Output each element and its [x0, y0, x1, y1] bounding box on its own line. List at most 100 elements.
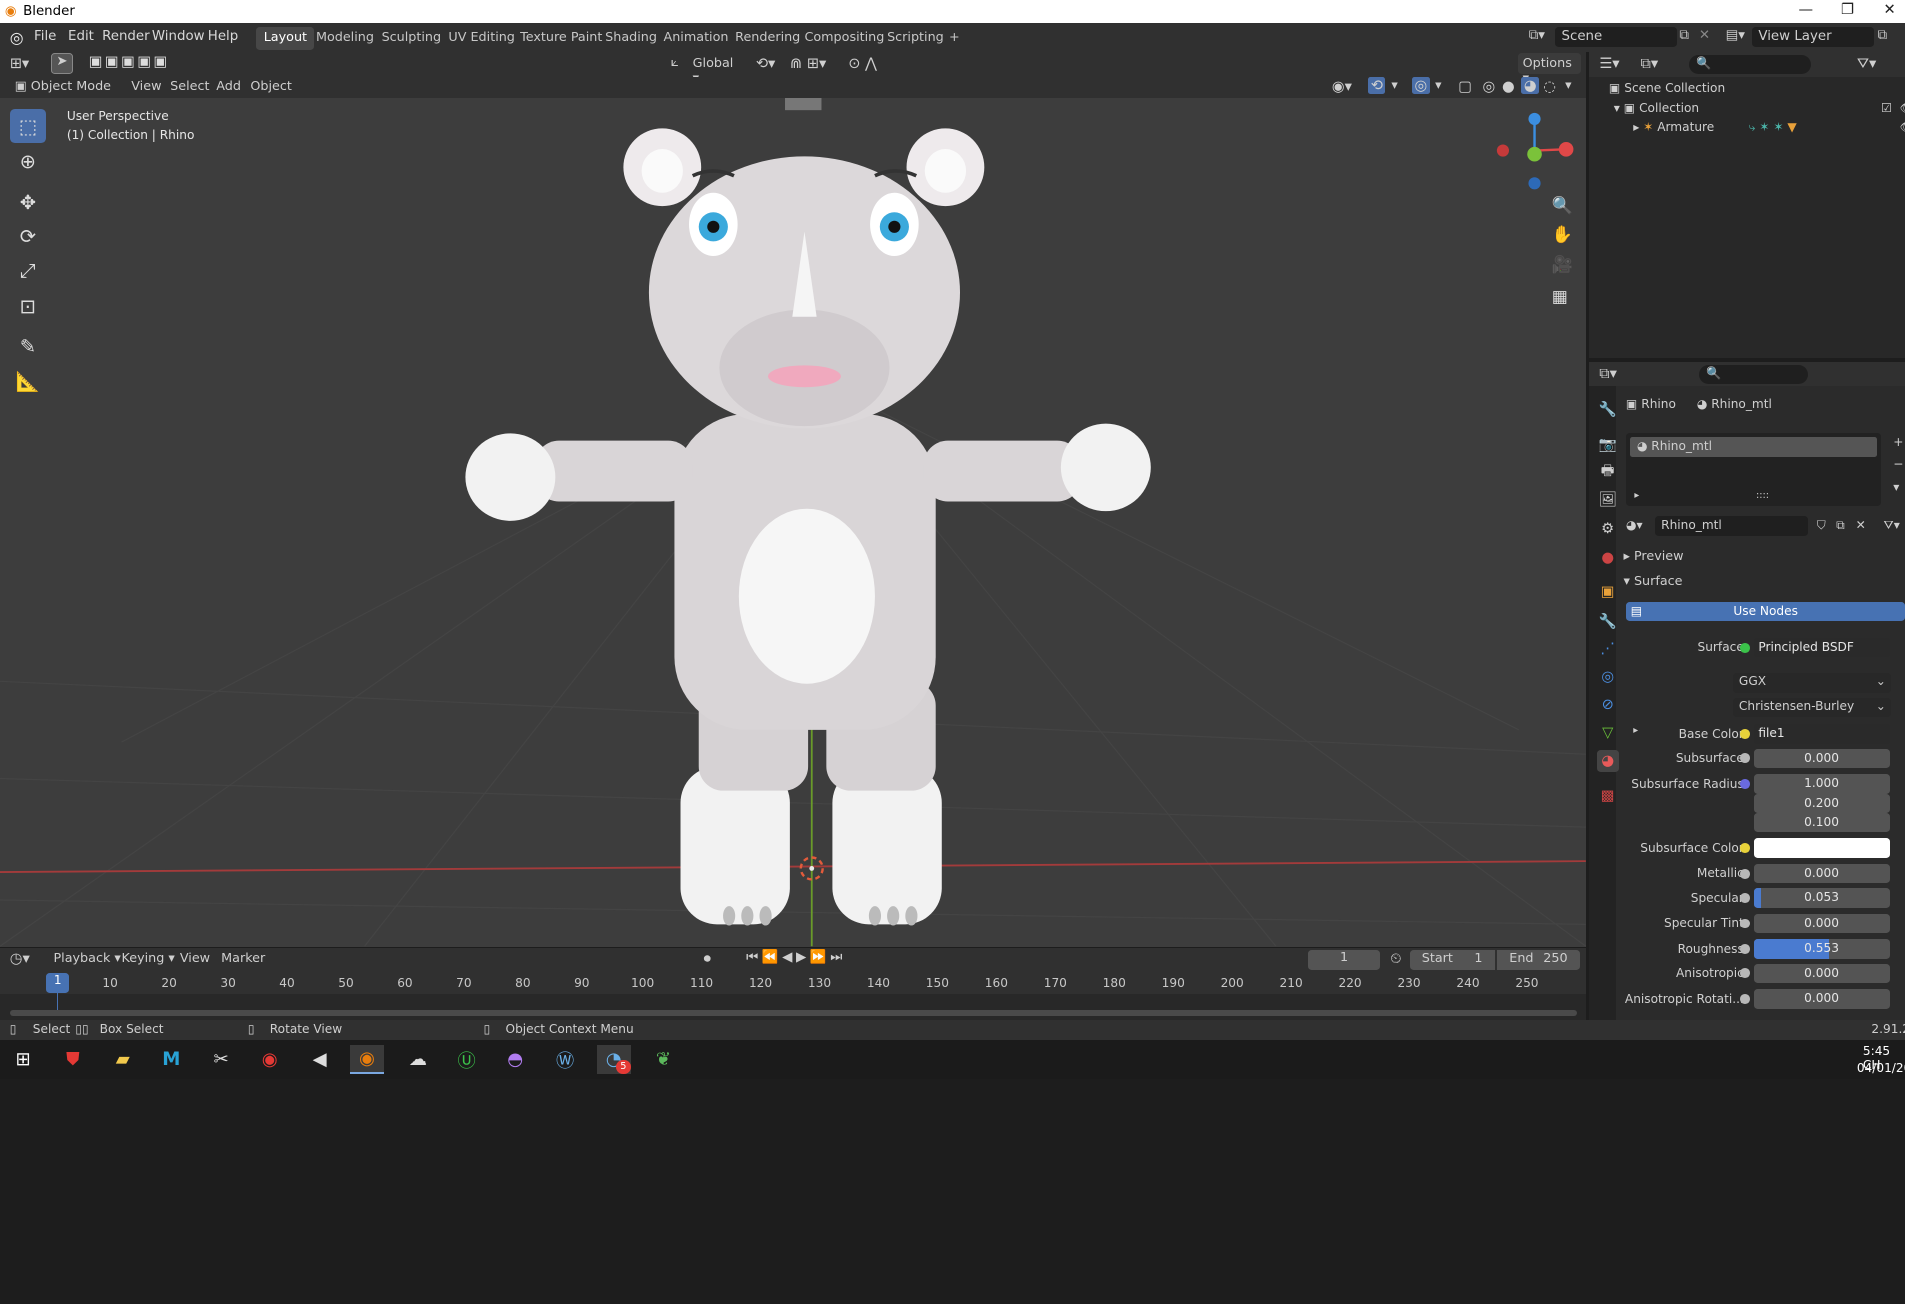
playback-controls[interactable]: ⏮⏪◀▶⏩⏭	[746, 950, 846, 965]
proportional-edit-icon[interactable]: ⊙ ⋀	[848, 55, 877, 72]
eye-icon[interactable]: 👁	[1899, 101, 1905, 115]
material-slot-item[interactable]: ◕ Rhino_mtl	[1629, 437, 1878, 457]
list-expand-icon[interactable]: ▸	[1634, 490, 1639, 501]
view-layer-tab-icon[interactable]: 🖼	[1597, 488, 1619, 510]
material-tab-icon[interactable]: ◕	[1596, 749, 1619, 772]
fake-user-icon[interactable]: ⛉	[1817, 518, 1826, 533]
add-menu[interactable]: Add	[216, 79, 241, 94]
tab-animation[interactable]: Animation	[656, 27, 736, 50]
subsurface-radius-y[interactable]: 0.200	[1753, 793, 1890, 813]
object-menu[interactable]: Object	[250, 79, 292, 94]
record-icon[interactable]: ⏺	[704, 950, 711, 967]
measure-tool-icon[interactable]: 📐	[10, 365, 46, 399]
marker-menu[interactable]: Marker	[221, 951, 265, 966]
playhead[interactable]: 1	[46, 973, 70, 993]
scene-tab-icon[interactable]: ⚙	[1597, 518, 1619, 540]
shading-wireframe-icon[interactable]: ◎	[1483, 78, 1496, 95]
menu-edit[interactable]: Edit	[68, 29, 94, 44]
xray-icon[interactable]: ▢	[1458, 78, 1472, 95]
app-w-icon[interactable]: Ⓦ	[548, 1045, 582, 1074]
browse-material-icon[interactable]: ◕▾	[1626, 518, 1643, 532]
3d-viewport[interactable]: User Perspective (1) Collection | Rhino …	[0, 98, 1586, 947]
start-menu-icon[interactable]: ⊞	[6, 1045, 40, 1074]
modifier-tab-icon[interactable]: 🔧	[1597, 610, 1619, 632]
unlink-material-icon[interactable]: ✕	[1856, 518, 1866, 532]
metallic-slider[interactable]: 0.000	[1753, 863, 1890, 884]
filter-icon[interactable]: ⛛▾	[1857, 55, 1877, 72]
restore-icon[interactable]: ❐	[1841, 1, 1854, 18]
visibility-icon[interactable]: ◉▾	[1332, 78, 1352, 95]
view-layer-field[interactable]: View Layer	[1752, 26, 1874, 48]
ortho-toggle-icon[interactable]: ▦	[1552, 287, 1568, 307]
select-tool-icon[interactable]: ➤	[51, 53, 73, 75]
menu-help[interactable]: Help	[208, 29, 238, 44]
anisotropic-rotation-slider[interactable]: 0.000	[1753, 989, 1890, 1009]
material-datablock[interactable]: ◕▾ Rhino_mtl ⛉ ⧉ ✕ ⛛▾	[1626, 516, 1905, 537]
shading-solid-icon[interactable]: ●	[1502, 78, 1515, 95]
link-filter-icon[interactable]: ⛛▾	[1884, 518, 1900, 533]
object-tab-icon[interactable]: ▣	[1597, 581, 1619, 603]
add-slot-icon[interactable]: +	[1893, 435, 1903, 449]
chat-app-icon[interactable]: ◔ 5	[596, 1045, 631, 1075]
tab-texture-paint[interactable]: Texture Paint	[513, 27, 610, 50]
visual-studio-icon[interactable]: ◀	[303, 1045, 337, 1074]
surface-panel-header[interactable]: ▾ Surface	[1623, 574, 1682, 589]
app-leaf-icon[interactable]: ❦	[646, 1045, 680, 1074]
tab-layout[interactable]: Layout	[256, 26, 315, 50]
render-tab-icon[interactable]: 📷	[1597, 433, 1619, 455]
material-name-field[interactable]: Rhino_mtl	[1655, 516, 1809, 536]
gizmo-dropdown-icon[interactable]: ▾	[1391, 78, 1397, 93]
view-layer-icon[interactable]: ▤▾	[1726, 28, 1745, 43]
tab-modeling[interactable]: Modeling	[309, 27, 382, 50]
remove-slot-icon[interactable]: −	[1893, 457, 1903, 471]
tab-shading[interactable]: Shading	[598, 27, 664, 50]
output-tab-icon[interactable]: 🖶	[1597, 462, 1619, 484]
tab-compositing[interactable]: Compositing	[797, 27, 891, 50]
scene-field[interactable]: Scene	[1555, 26, 1677, 48]
subsurface-method-dropdown[interactable]: Christensen-Burley ⌄	[1732, 697, 1891, 717]
data-tab-icon[interactable]: ▽	[1597, 722, 1619, 744]
keying-menu[interactable]: Keying ▾	[122, 951, 175, 966]
specular-tint-slider[interactable]: 0.000	[1753, 913, 1890, 934]
camera-view-icon[interactable]: 🎥	[1552, 255, 1573, 275]
cursor-tool-icon[interactable]: ⊕	[10, 145, 46, 179]
orientation-dropdown[interactable]: Global ▾	[688, 53, 749, 86]
tab-rendering[interactable]: Rendering	[728, 27, 808, 50]
scene-icon[interactable]: ⧉▾	[1529, 28, 1545, 43]
move-tool-icon[interactable]: ✥	[10, 186, 46, 220]
shading-rendered-icon[interactable]: ◌	[1543, 78, 1556, 95]
minimize-icon[interactable]: —	[1798, 1, 1813, 18]
slot-menu-icon[interactable]: ▾	[1893, 480, 1899, 494]
timeline-view-menu[interactable]: View	[180, 951, 210, 966]
menu-window[interactable]: Window	[152, 29, 205, 44]
pan-hand-icon[interactable]: ✋	[1552, 225, 1573, 245]
new-view-layer-icon[interactable]: ⧉	[1877, 28, 1887, 43]
subsurface-radius-z[interactable]: 0.100	[1753, 812, 1890, 833]
properties-search[interactable]: 🔍	[1698, 364, 1809, 384]
select-menu[interactable]: Select	[170, 79, 209, 94]
upwork-icon[interactable]: Ⓤ	[450, 1045, 484, 1074]
roughness-slider[interactable]: 0.553	[1753, 939, 1890, 959]
subsurface-radius-x[interactable]: 1.000	[1753, 774, 1890, 794]
duplicate-material-icon[interactable]: ⧉	[1836, 518, 1845, 533]
rotate-tool-icon[interactable]: ⟳	[10, 220, 46, 254]
armature-eye-icon[interactable]: 👁	[1899, 120, 1905, 134]
base-color-field[interactable]: file1	[1753, 724, 1890, 744]
checkbox-icon[interactable]: ☑	[1881, 101, 1892, 115]
view-menu[interactable]: View	[131, 79, 161, 94]
particles-tab-icon[interactable]: ⋰	[1597, 638, 1619, 660]
preview-panel-header[interactable]: ▸ Preview	[1623, 549, 1683, 564]
app-tools-icon[interactable]: ✂	[204, 1045, 238, 1074]
tab-scripting[interactable]: Scripting	[880, 27, 951, 50]
anisotropic-slider[interactable]: 0.000	[1753, 963, 1890, 984]
chrome-icon[interactable]: ◉	[253, 1045, 287, 1074]
physics-tab-icon[interactable]: ◎	[1597, 666, 1619, 688]
playback-menu[interactable]: Playback ▾	[53, 951, 120, 966]
selection-mode-icons[interactable]: ▣▣▣▣▣	[89, 53, 170, 70]
new-scene-icon[interactable]: ⧉	[1679, 28, 1689, 43]
material-slot-list[interactable]: ◕ Rhino_mtl ▸ ::::	[1625, 432, 1882, 506]
navigation-gizmo[interactable]	[1492, 108, 1577, 193]
constraints-tab-icon[interactable]: ⊘	[1597, 694, 1619, 716]
tool-tab-icon[interactable]: 🔧	[1597, 399, 1619, 421]
scale-tool-icon[interactable]: ⤢	[10, 254, 46, 288]
